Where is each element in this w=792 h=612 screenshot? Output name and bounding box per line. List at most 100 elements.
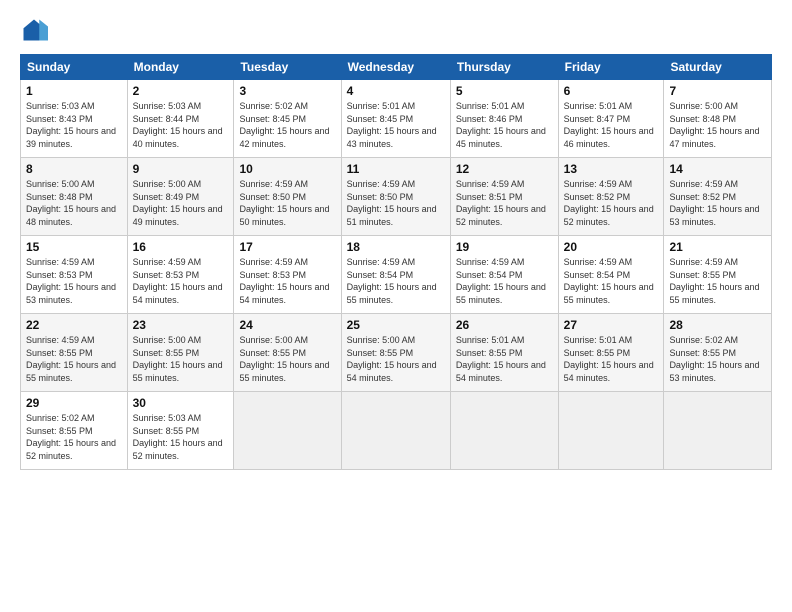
day-number: 5: [456, 84, 553, 98]
calendar-day-15: 15Sunrise: 4:59 AMSunset: 8:53 PMDayligh…: [21, 236, 128, 314]
logo-icon: [20, 16, 48, 44]
calendar-week-1: 1 Sunrise: 5:03 AMSunset: 8:43 PMDaylight…: [21, 80, 772, 158]
calendar-day-5: 5 Sunrise: 5:01 AMSunset: 8:46 PMDaylight…: [450, 80, 558, 158]
calendar-day-10: 10 Sunrise: 4:59 AMSunset: 8:50 PMDayligh…: [234, 158, 341, 236]
day-info: Sunrise: 5:01 AMSunset: 8:46 PMDaylight:…: [456, 100, 553, 150]
day-number: 8: [26, 162, 122, 176]
calendar-header-row: SundayMondayTuesdayWednesdayThursdayFrid…: [21, 55, 772, 80]
day-number: 19: [456, 240, 553, 254]
calendar-header-monday: Monday: [127, 55, 234, 80]
calendar-empty-cell: [450, 392, 558, 470]
calendar-header-saturday: Saturday: [664, 55, 772, 80]
day-number: 26: [456, 318, 553, 332]
day-info: Sunrise: 4:59 AMSunset: 8:53 PMDaylight:…: [133, 256, 229, 306]
day-info: Sunrise: 5:01 AMSunset: 8:55 PMDaylight:…: [564, 334, 659, 384]
day-info: Sunrise: 5:00 AMSunset: 8:48 PMDaylight:…: [669, 100, 766, 150]
day-number: 2: [133, 84, 229, 98]
calendar-day-25: 25Sunrise: 5:00 AMSunset: 8:55 PMDayligh…: [341, 314, 450, 392]
header: [20, 16, 772, 44]
calendar-day-2: 2 Sunrise: 5:03 AMSunset: 8:44 PMDaylight…: [127, 80, 234, 158]
calendar-day-13: 13Sunrise: 4:59 AMSunset: 8:52 PMDayligh…: [558, 158, 664, 236]
day-number: 4: [347, 84, 445, 98]
day-number: 25: [347, 318, 445, 332]
day-number: 23: [133, 318, 229, 332]
calendar-day-27: 27 Sunrise: 5:01 AMSunset: 8:55 PMDayligh…: [558, 314, 664, 392]
day-info: Sunrise: 4:59 AMSunset: 8:53 PMDaylight:…: [239, 256, 335, 306]
calendar-header-wednesday: Wednesday: [341, 55, 450, 80]
calendar-day-20: 20 Sunrise: 4:59 AMSunset: 8:54 PMDayligh…: [558, 236, 664, 314]
calendar-day-18: 18 Sunrise: 4:59 AMSunset: 8:54 PMDayligh…: [341, 236, 450, 314]
day-info: Sunrise: 4:59 AMSunset: 8:51 PMDaylight:…: [456, 178, 553, 228]
calendar-day-3: 3 Sunrise: 5:02 AMSunset: 8:45 PMDaylight…: [234, 80, 341, 158]
calendar-day-22: 22 Sunrise: 4:59 AMSunset: 8:55 PMDayligh…: [21, 314, 128, 392]
day-info: Sunrise: 5:00 AMSunset: 8:48 PMDaylight:…: [26, 178, 122, 228]
day-info: Sunrise: 4:59 AMSunset: 8:54 PMDaylight:…: [347, 256, 445, 306]
day-info: Sunrise: 4:59 AMSunset: 8:54 PMDaylight:…: [564, 256, 659, 306]
day-number: 24: [239, 318, 335, 332]
day-info: Sunrise: 5:03 AMSunset: 8:43 PMDaylight:…: [26, 100, 122, 150]
day-number: 27: [564, 318, 659, 332]
calendar-day-23: 23 Sunrise: 5:00 AMSunset: 8:55 PMDayligh…: [127, 314, 234, 392]
day-info: Sunrise: 5:02 AMSunset: 8:55 PMDaylight:…: [669, 334, 766, 384]
calendar-day-17: 17Sunrise: 4:59 AMSunset: 8:53 PMDayligh…: [234, 236, 341, 314]
calendar-day-30: 30Sunrise: 5:03 AMSunset: 8:55 PMDayligh…: [127, 392, 234, 470]
page: SundayMondayTuesdayWednesdayThursdayFrid…: [0, 0, 792, 612]
calendar-day-8: 8 Sunrise: 5:00 AMSunset: 8:48 PMDaylight…: [21, 158, 128, 236]
day-number: 16: [133, 240, 229, 254]
logo: [20, 16, 52, 44]
day-number: 11: [347, 162, 445, 176]
calendar-empty-cell: [558, 392, 664, 470]
day-info: Sunrise: 5:01 AMSunset: 8:47 PMDaylight:…: [564, 100, 659, 150]
day-number: 28: [669, 318, 766, 332]
day-info: Sunrise: 4:59 AMSunset: 8:52 PMDaylight:…: [669, 178, 766, 228]
day-number: 7: [669, 84, 766, 98]
day-info: Sunrise: 5:01 AMSunset: 8:45 PMDaylight:…: [347, 100, 445, 150]
day-info: Sunrise: 4:59 AMSunset: 8:54 PMDaylight:…: [456, 256, 553, 306]
day-info: Sunrise: 5:03 AMSunset: 8:44 PMDaylight:…: [133, 100, 229, 150]
day-info: Sunrise: 5:00 AMSunset: 8:49 PMDaylight:…: [133, 178, 229, 228]
day-info: Sunrise: 4:59 AMSunset: 8:50 PMDaylight:…: [239, 178, 335, 228]
day-number: 12: [456, 162, 553, 176]
calendar-week-2: 8 Sunrise: 5:00 AMSunset: 8:48 PMDaylight…: [21, 158, 772, 236]
calendar-week-5: 29Sunrise: 5:02 AMSunset: 8:55 PMDayligh…: [21, 392, 772, 470]
calendar-empty-cell: [234, 392, 341, 470]
day-number: 14: [669, 162, 766, 176]
day-info: Sunrise: 5:02 AMSunset: 8:55 PMDaylight:…: [26, 412, 122, 462]
day-info: Sunrise: 4:59 AMSunset: 8:55 PMDaylight:…: [669, 256, 766, 306]
day-number: 10: [239, 162, 335, 176]
day-number: 22: [26, 318, 122, 332]
calendar-day-14: 14 Sunrise: 4:59 AMSunset: 8:52 PMDayligh…: [664, 158, 772, 236]
calendar-day-21: 21 Sunrise: 4:59 AMSunset: 8:55 PMDayligh…: [664, 236, 772, 314]
calendar-day-26: 26 Sunrise: 5:01 AMSunset: 8:55 PMDayligh…: [450, 314, 558, 392]
day-info: Sunrise: 5:01 AMSunset: 8:55 PMDaylight:…: [456, 334, 553, 384]
day-number: 20: [564, 240, 659, 254]
calendar-day-9: 9Sunrise: 5:00 AMSunset: 8:49 PMDaylight…: [127, 158, 234, 236]
day-info: Sunrise: 5:00 AMSunset: 8:55 PMDaylight:…: [239, 334, 335, 384]
day-info: Sunrise: 4:59 AMSunset: 8:50 PMDaylight:…: [347, 178, 445, 228]
calendar-day-29: 29Sunrise: 5:02 AMSunset: 8:55 PMDayligh…: [21, 392, 128, 470]
day-number: 21: [669, 240, 766, 254]
calendar-table: SundayMondayTuesdayWednesdayThursdayFrid…: [20, 54, 772, 470]
calendar-day-4: 4 Sunrise: 5:01 AMSunset: 8:45 PMDaylight…: [341, 80, 450, 158]
calendar-day-28: 28 Sunrise: 5:02 AMSunset: 8:55 PMDayligh…: [664, 314, 772, 392]
day-info: Sunrise: 5:02 AMSunset: 8:45 PMDaylight:…: [239, 100, 335, 150]
day-number: 15: [26, 240, 122, 254]
day-info: Sunrise: 5:00 AMSunset: 8:55 PMDaylight:…: [133, 334, 229, 384]
calendar-day-19: 19 Sunrise: 4:59 AMSunset: 8:54 PMDayligh…: [450, 236, 558, 314]
calendar-header-tuesday: Tuesday: [234, 55, 341, 80]
calendar-day-24: 24 Sunrise: 5:00 AMSunset: 8:55 PMDayligh…: [234, 314, 341, 392]
day-info: Sunrise: 4:59 AMSunset: 8:55 PMDaylight:…: [26, 334, 122, 384]
calendar-header-friday: Friday: [558, 55, 664, 80]
day-number: 1: [26, 84, 122, 98]
day-number: 18: [347, 240, 445, 254]
calendar-day-1: 1 Sunrise: 5:03 AMSunset: 8:43 PMDaylight…: [21, 80, 128, 158]
day-info: Sunrise: 4:59 AMSunset: 8:52 PMDaylight:…: [564, 178, 659, 228]
calendar-day-11: 11 Sunrise: 4:59 AMSunset: 8:50 PMDayligh…: [341, 158, 450, 236]
calendar-header-thursday: Thursday: [450, 55, 558, 80]
calendar-day-7: 7 Sunrise: 5:00 AMSunset: 8:48 PMDaylight…: [664, 80, 772, 158]
calendar-day-16: 16 Sunrise: 4:59 AMSunset: 8:53 PMDayligh…: [127, 236, 234, 314]
day-number: 6: [564, 84, 659, 98]
day-number: 3: [239, 84, 335, 98]
calendar-empty-cell: [341, 392, 450, 470]
calendar-week-4: 22 Sunrise: 4:59 AMSunset: 8:55 PMDayligh…: [21, 314, 772, 392]
